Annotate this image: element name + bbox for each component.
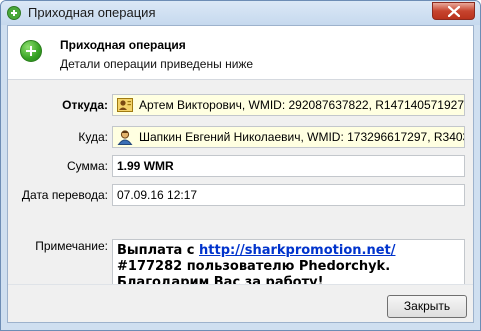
person-icon — [117, 130, 133, 145]
header-subtitle: Детали операции приведены ниже — [60, 57, 254, 71]
dialog-footer: Закрыть — [8, 285, 473, 322]
header-title: Приходная операция — [60, 38, 186, 52]
window-close-button[interactable] — [432, 2, 475, 20]
note-label: Примечание: — [35, 239, 108, 253]
date-value: 07.09.16 12:17 — [117, 188, 198, 202]
date-label: Дата перевода: — [21, 188, 108, 202]
to-field[interactable]: Шапкин Евгений Николаевич, WMID: 1732966… — [112, 126, 465, 148]
amount-field[interactable]: 1.99 WMR — [112, 155, 465, 177]
to-label: Куда: — [78, 130, 108, 144]
amount-value: 1.99 WMR — [117, 159, 174, 173]
note-link[interactable]: http://sharkpromotion.net/ — [199, 243, 395, 258]
amount-label: Сумма: — [66, 159, 108, 173]
to-value: Шапкин Евгений Николаевич, WMID: 1732966… — [139, 130, 465, 144]
plus-circle-icon — [7, 6, 21, 20]
title-bar[interactable]: Приходная операция — [1, 1, 480, 25]
dialog-window: Приходная операция Приходная операция Де… — [0, 0, 481, 331]
certificate-person-icon — [117, 98, 133, 112]
plus-circle-icon — [20, 40, 42, 62]
details-body: Откуда: Артем Викторович, WMID: 29208763… — [8, 80, 473, 295]
dialog-header: Приходная операция Детали операции приве… — [8, 26, 473, 79]
from-field[interactable]: Артем Викторович, WMID: 292087637822, R1… — [112, 94, 465, 116]
note-prefix: Выплата с — [117, 243, 200, 258]
from-label: Откуда: — [62, 98, 108, 112]
date-field[interactable]: 07.09.16 12:17 — [112, 184, 465, 206]
from-value: Артем Викторович, WMID: 292087637822, R1… — [139, 98, 465, 112]
dialog-panel: Приходная операция Детали операции приве… — [7, 25, 474, 323]
close-button[interactable]: Закрыть — [387, 295, 467, 318]
close-icon — [448, 6, 460, 17]
window-title: Приходная операция — [28, 5, 156, 20]
